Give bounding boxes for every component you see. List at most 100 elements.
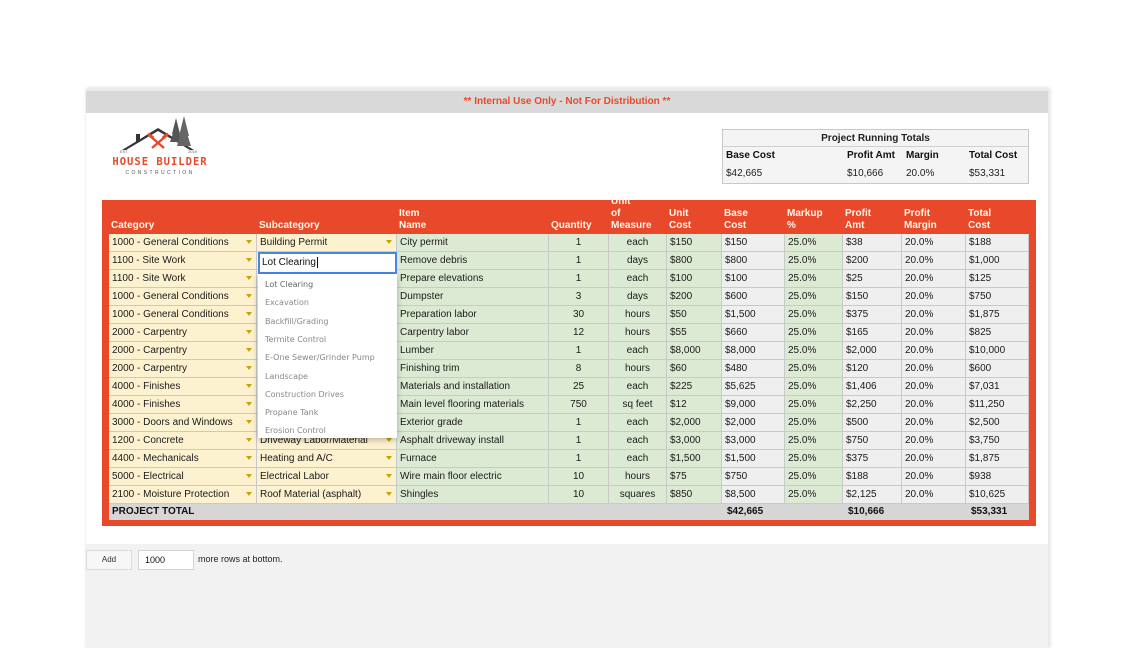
total-cost-cell[interactable]: $3,750	[966, 432, 1029, 450]
base-cost-cell[interactable]: $8,000	[722, 342, 785, 360]
base-cost-cell[interactable]: $8,500	[722, 486, 785, 504]
base-cost-cell[interactable]: $1,500	[722, 450, 785, 468]
unit-of-measure-cell[interactable]: each	[609, 378, 667, 396]
unit-of-measure-cell[interactable]: hours	[609, 360, 667, 378]
subcategory-cell[interactable]: Roof Material (asphalt)	[257, 486, 397, 504]
category-cell[interactable]: 1000 - General Conditions	[109, 288, 257, 306]
category-cell[interactable]: 1100 - Site Work	[109, 270, 257, 288]
dropdown-arrow-icon[interactable]	[246, 312, 252, 316]
markup-cell[interactable]: 25.0%	[785, 378, 843, 396]
markup-cell[interactable]: 25.0%	[785, 396, 843, 414]
profit-amt-cell[interactable]: $25	[843, 270, 902, 288]
profit-amt-cell[interactable]: $1,406	[843, 378, 902, 396]
profit-margin-cell[interactable]: 20.0%	[902, 234, 966, 252]
profit-amt-cell[interactable]: $2,250	[843, 396, 902, 414]
total-cost-cell[interactable]: $188	[966, 234, 1029, 252]
category-cell[interactable]: 4000 - Finishes	[109, 396, 257, 414]
item-name-cell[interactable]: Preparation labor	[397, 306, 549, 324]
dropdown-arrow-icon[interactable]	[246, 240, 252, 244]
profit-amt-cell[interactable]: $375	[843, 306, 902, 324]
item-name-cell[interactable]: Main level flooring materials	[397, 396, 549, 414]
profit-margin-cell[interactable]: 20.0%	[902, 486, 966, 504]
profit-margin-cell[interactable]: 20.0%	[902, 288, 966, 306]
quantity-cell[interactable]: 1	[549, 234, 609, 252]
unit-of-measure-cell[interactable]: each	[609, 342, 667, 360]
category-cell[interactable]: 2000 - Carpentry	[109, 324, 257, 342]
unit-cost-cell[interactable]: $100	[667, 270, 722, 288]
markup-cell[interactable]: 25.0%	[785, 468, 843, 486]
base-cost-cell[interactable]: $3,000	[722, 432, 785, 450]
dropdown-arrow-icon[interactable]	[246, 366, 252, 370]
total-cost-cell[interactable]: $825	[966, 324, 1029, 342]
total-cost-cell[interactable]: $10,000	[966, 342, 1029, 360]
base-cost-cell[interactable]: $150	[722, 234, 785, 252]
unit-cost-cell[interactable]: $75	[667, 468, 722, 486]
markup-cell[interactable]: 25.0%	[785, 252, 843, 270]
quantity-cell[interactable]: 3	[549, 288, 609, 306]
add-rows-button[interactable]: Add	[86, 550, 132, 570]
profit-amt-cell[interactable]: $120	[843, 360, 902, 378]
quantity-cell[interactable]: 10	[549, 486, 609, 504]
total-cost-cell[interactable]: $10,625	[966, 486, 1029, 504]
unit-cost-cell[interactable]: $1,500	[667, 450, 722, 468]
item-name-cell[interactable]: Exterior grade	[397, 414, 549, 432]
unit-cost-cell[interactable]: $60	[667, 360, 722, 378]
unit-of-measure-cell[interactable]: hours	[609, 324, 667, 342]
unit-of-measure-cell[interactable]: squares	[609, 486, 667, 504]
profit-margin-cell[interactable]: 20.0%	[902, 360, 966, 378]
dropdown-arrow-icon[interactable]	[386, 492, 392, 496]
quantity-cell[interactable]: 12	[549, 324, 609, 342]
total-cost-cell[interactable]: $125	[966, 270, 1029, 288]
total-cost-cell[interactable]: $1,000	[966, 252, 1029, 270]
dropdown-arrow-icon[interactable]	[246, 348, 252, 352]
dropdown-option[interactable]: E-One Sewer/Grinder Pump	[265, 353, 375, 362]
quantity-cell[interactable]: 8	[549, 360, 609, 378]
unit-of-measure-cell[interactable]: each	[609, 414, 667, 432]
total-cost-cell[interactable]: $600	[966, 360, 1029, 378]
base-cost-cell[interactable]: $5,625	[722, 378, 785, 396]
total-cost-cell[interactable]: $1,875	[966, 306, 1029, 324]
item-name-cell[interactable]: Dumpster	[397, 288, 549, 306]
dropdown-option[interactable]: Landscape	[265, 372, 308, 381]
markup-cell[interactable]: 25.0%	[785, 324, 843, 342]
dropdown-arrow-icon[interactable]	[246, 402, 252, 406]
rt-profit-amt[interactable]: $10,666	[847, 165, 883, 183]
subcategory-cell-editor[interactable]: Lot Clearing	[258, 252, 397, 274]
item-name-cell[interactable]: Wire main floor electric	[397, 468, 549, 486]
dropdown-arrow-icon[interactable]	[246, 474, 252, 478]
base-cost-cell[interactable]: $2,000	[722, 414, 785, 432]
item-name-cell[interactable]: Furnace	[397, 450, 549, 468]
unit-cost-cell[interactable]: $12	[667, 396, 722, 414]
total-cost-cell[interactable]: $1,875	[966, 450, 1029, 468]
base-cost-cell[interactable]: $480	[722, 360, 785, 378]
base-cost-cell[interactable]: $750	[722, 468, 785, 486]
unit-of-measure-cell[interactable]: each	[609, 450, 667, 468]
profit-amt-cell[interactable]: $750	[843, 432, 902, 450]
profit-margin-cell[interactable]: 20.0%	[902, 306, 966, 324]
dropdown-option[interactable]: Termite Control	[265, 335, 326, 344]
dropdown-arrow-icon[interactable]	[246, 438, 252, 442]
item-name-cell[interactable]: Remove debris	[397, 252, 549, 270]
dropdown-arrow-icon[interactable]	[246, 492, 252, 496]
profit-margin-cell[interactable]: 20.0%	[902, 396, 966, 414]
unit-cost-cell[interactable]: $200	[667, 288, 722, 306]
quantity-cell[interactable]: 1	[549, 270, 609, 288]
item-name-cell[interactable]: Carpentry labor	[397, 324, 549, 342]
rt-margin[interactable]: 20.0%	[906, 165, 934, 183]
dropdown-arrow-icon[interactable]	[386, 438, 392, 442]
dropdown-option[interactable]: Construction Drives	[265, 390, 344, 399]
quantity-cell[interactable]: 1	[549, 252, 609, 270]
markup-cell[interactable]: 25.0%	[785, 306, 843, 324]
dropdown-arrow-icon[interactable]	[246, 258, 252, 262]
dropdown-option[interactable]: Propane Tank	[265, 408, 318, 417]
dropdown-option[interactable]: Erosion Control	[265, 426, 326, 435]
profit-amt-cell[interactable]: $165	[843, 324, 902, 342]
unit-cost-cell[interactable]: $2,000	[667, 414, 722, 432]
profit-amt-cell[interactable]: $2,125	[843, 486, 902, 504]
unit-of-measure-cell[interactable]: days	[609, 252, 667, 270]
markup-cell[interactable]: 25.0%	[785, 342, 843, 360]
category-cell[interactable]: 4400 - Mechanicals	[109, 450, 257, 468]
unit-of-measure-cell[interactable]: hours	[609, 306, 667, 324]
profit-amt-cell[interactable]: $150	[843, 288, 902, 306]
quantity-cell[interactable]: 30	[549, 306, 609, 324]
